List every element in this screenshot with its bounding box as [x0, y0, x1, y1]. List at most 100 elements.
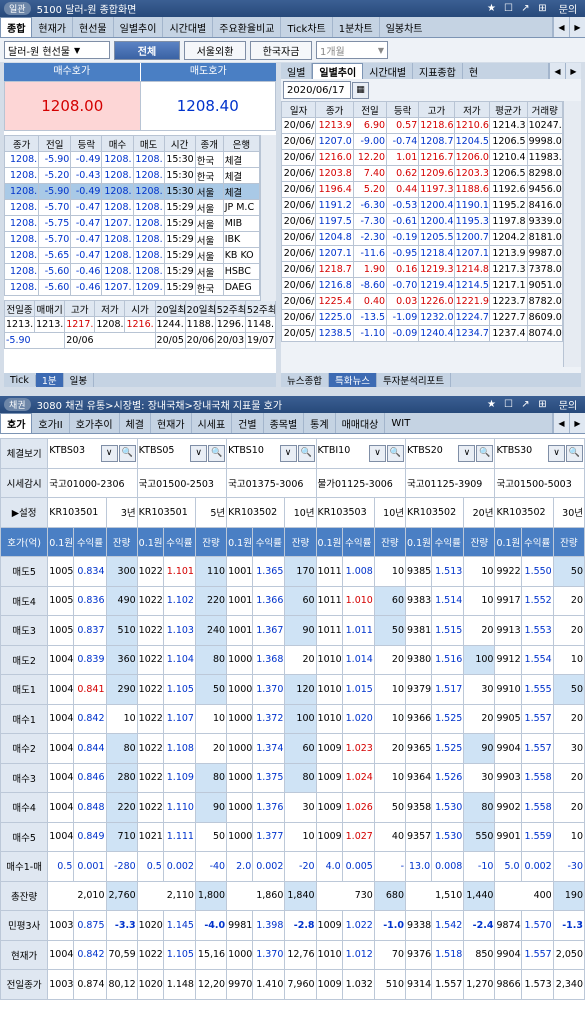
tab-by-issue[interactable]: 종목별: [264, 413, 305, 433]
tab-1min-chart[interactable]: 1분차트: [333, 17, 380, 37]
tab-reports[interactable]: 투자분석리포트: [377, 373, 452, 387]
favorite-icon[interactable]: ★: [483, 399, 500, 410]
tab-per-trade[interactable]: 건별: [232, 413, 264, 433]
tab-daily-chart[interactable]: 일봉차트: [380, 17, 553, 37]
tab-fx-compare[interactable]: 주요환율비교: [213, 17, 282, 37]
table-row[interactable]: 20/06/1207.0 -9.00 -0.74 1208.7 1204.5 1206.5…: [280, 133, 564, 150]
help-button[interactable]: 문의: [551, 397, 585, 412]
ask-row[interactable]: 매도5 1005 0.834 300 1022 1.101 110 1001 1.365 170 1…: [0, 556, 585, 587]
tab-scroll-left-icon[interactable]: ◀: [553, 17, 569, 37]
settings-button[interactable]: 설정: [19, 508, 36, 519]
right-tabs-right-icon[interactable]: ▶: [565, 63, 581, 79]
search-icon[interactable]: 🔍: [297, 444, 315, 462]
link-icon[interactable]: ↗: [517, 399, 534, 410]
ask-row[interactable]: 매도2 1004 0.839 360 1022 1.104 80 1000 1.368 20 101…: [0, 644, 585, 675]
instrument-select[interactable]: 달러-원 현선물 ▼: [4, 41, 110, 59]
search-icon[interactable]: 🔍: [476, 444, 494, 462]
tab-scroll-right-icon[interactable]: ▶: [569, 413, 585, 433]
filter-seoul-button[interactable]: 서울외환: [184, 40, 246, 60]
tab-more[interactable]: 현: [463, 63, 549, 79]
bid-row[interactable]: 매수3 1004 0.846 280 1022 1.109 80 1000 1.375 80 100…: [0, 762, 585, 793]
table-row[interactable]: 20/06/1203.8 7.40 0.62 1209.6 1203.3 1206.5 82…: [280, 165, 564, 182]
bid-row[interactable]: 매수1 1004 0.842 10 1022 1.107 10 1000 1.372 100 101…: [0, 703, 585, 734]
search-icon[interactable]: 🔍: [208, 444, 226, 462]
tab-daily-bar[interactable]: 일봉: [64, 373, 95, 387]
bid-row[interactable]: 매수4 1004 0.848 220 1022 1.110 90 1000 1.376 30 100…: [0, 792, 585, 823]
tab-hourly[interactable]: 시간대별: [163, 17, 214, 37]
tab-tick[interactable]: Tick: [4, 374, 36, 386]
tab-quotesheet[interactable]: 시세표: [192, 413, 233, 433]
tab-price[interactable]: 현재가: [32, 17, 74, 37]
help-button[interactable]: 문의: [551, 1, 585, 16]
search-icon[interactable]: 🔍: [566, 444, 583, 462]
daily-scrollbar[interactable]: [563, 101, 581, 367]
tab-1min[interactable]: 1분: [35, 373, 64, 387]
window-icon[interactable]: ☐: [500, 3, 517, 14]
table-row[interactable]: 20/06/1213.9 6.90 0.57 1218.6 1210.6 1214.3 10…: [280, 117, 564, 134]
tab-quote-trend[interactable]: 호가추이: [70, 413, 120, 433]
tab-scroll-left-icon[interactable]: ◀: [553, 413, 569, 433]
table-row[interactable]: 20/06/1191.2 -6.30 -0.53 1200.4 1190.1 1195.2…: [280, 197, 564, 214]
ticks-scrollbar[interactable]: [260, 135, 276, 301]
ask-row[interactable]: 매도1 1004 0.841 290 1022 1.105 50 1000 1.370 120 10…: [0, 674, 585, 705]
tab-wit[interactable]: WIT: [385, 413, 553, 433]
window-icon[interactable]: ☐: [500, 399, 517, 410]
code-cell[interactable]: KTBS20 🔍 ∨: [405, 438, 496, 469]
tab-daily-r[interactable]: 일별: [281, 63, 313, 79]
table-row[interactable]: 1208. -5.90 -0.49 1208. 1208. 15:30 한국 체결: [3, 151, 261, 168]
search-icon[interactable]: 🔍: [118, 444, 136, 462]
chevron-down-icon[interactable]: ∨: [190, 444, 208, 462]
tab-spot-fwd[interactable]: 현선물: [73, 17, 114, 37]
ask-row[interactable]: 매도4 1005 0.836 490 1022 1.102 220 1001 1.366 60 10…: [0, 585, 585, 616]
grid-icon[interactable]: ⊞: [534, 3, 551, 14]
calendar-icon[interactable]: ▦: [352, 81, 369, 99]
tab-news[interactable]: 뉴스종합: [281, 373, 329, 387]
tab-tick-chart[interactable]: Tick차트: [281, 17, 333, 37]
chevron-down-icon[interactable]: ∨: [279, 444, 297, 462]
tab-daily[interactable]: 일별추이: [114, 17, 164, 37]
table-row[interactable]: 1208. -5.70 -0.47 1208. 1208. 15:29 서울 IBK: [3, 231, 261, 248]
table-row[interactable]: 1208. -5.90 -0.49 1208. 1208. 15:30 서울 체결: [3, 183, 261, 200]
table-row[interactable]: 20/06/1216.8 -8.60 -0.70 1219.4 1214.5 1217.1…: [280, 277, 564, 294]
code-cell[interactable]: KTBS10 🔍 ∨: [226, 438, 317, 469]
table-row[interactable]: 1208. -5.75 -0.47 1207. 1208. 15:29 서울 MIB: [3, 215, 261, 232]
table-row[interactable]: 20/06/1197.5 -7.30 -0.61 1200.4 1195.3 1197.8…: [280, 213, 564, 230]
tenor-select[interactable]: 1개월 ▼: [316, 41, 388, 59]
table-row[interactable]: 20/06/1218.7 1.90 0.16 1219.3 1214.8 1217.3 73…: [280, 261, 564, 278]
table-row[interactable]: 20/05/1238.5 -1.10 -0.09 1240.4 1234.7 1237.4…: [280, 325, 564, 342]
table-row[interactable]: 20/06/1196.4 5.20 0.44 1197.3 1188.6 1192.6 94…: [280, 181, 564, 198]
filter-all-button[interactable]: 전체: [114, 40, 180, 60]
right-tabs-left-icon[interactable]: ◀: [549, 63, 565, 79]
link-icon[interactable]: ↗: [517, 3, 534, 14]
chevron-down-icon[interactable]: ∨: [369, 444, 387, 462]
tab-overview[interactable]: 종합: [0, 17, 33, 37]
settings-cell[interactable]: ▶설정: [0, 497, 49, 528]
code-cell[interactable]: KTBI10 🔍 ∨: [315, 438, 407, 469]
grid-icon[interactable]: ⊞: [534, 399, 551, 410]
chevron-down-icon[interactable]: ∨: [548, 444, 565, 462]
table-row[interactable]: 20/06/1207.1 -11.6 -0.95 1218.4 1207.1 1213.9…: [280, 245, 564, 262]
favorite-icon[interactable]: ★: [483, 3, 500, 14]
chevron-down-icon[interactable]: ∨: [458, 444, 476, 462]
table-row[interactable]: 1208. -5.60 -0.46 1207. 1209. 15:29 한국 DAEG: [3, 279, 261, 296]
tab-trade-target[interactable]: 매매대상: [336, 413, 386, 433]
bid-row[interactable]: 매수2 1004 0.844 80 1022 1.108 20 1000 1.374 60 1009…: [0, 733, 585, 764]
tab-quote[interactable]: 호가: [0, 413, 33, 433]
code-cell[interactable]: KTBS05 🔍 ∨: [136, 438, 228, 469]
code-cell[interactable]: KTBS03 🔍 ∨: [47, 438, 138, 469]
table-row[interactable]: 20/06/1225.0 -13.5 -1.09 1232.0 1224.7 1227.7…: [280, 309, 564, 326]
table-row[interactable]: 20/06/1216.0 12.20 1.01 1216.7 1206.0 1210.4 1…: [280, 149, 564, 166]
date-input[interactable]: 2020/06/17: [283, 81, 351, 99]
search-icon[interactable]: 🔍: [387, 444, 405, 462]
bid-row[interactable]: 매수5 1004 0.849 710 1021 1.111 50 1000 1.377 10 100…: [0, 821, 585, 852]
chevron-down-icon[interactable]: ∨: [100, 444, 118, 462]
tab-quote-2[interactable]: 호가II: [32, 413, 70, 433]
table-row[interactable]: 20/06/1225.4 0.40 0.03 1226.0 1221.9 1223.7 87…: [280, 293, 564, 310]
tab-hourly-r[interactable]: 시간대별: [363, 63, 414, 79]
ask-row[interactable]: 매도3 1005 0.837 510 1022 1.103 240 1001 1.367 90 10…: [0, 615, 585, 646]
play-icon[interactable]: ▶: [12, 508, 19, 519]
table-row[interactable]: 1208. -5.65 -0.47 1208. 1208. 15:29 서울 KB KO: [3, 247, 261, 264]
tab-scroll-right-icon[interactable]: ▶: [569, 17, 585, 37]
table-row[interactable]: 1208. -5.20 -0.43 1208. 1208. 15:30 한국 체결: [3, 167, 261, 184]
tab-index[interactable]: 지표종합: [413, 63, 463, 79]
